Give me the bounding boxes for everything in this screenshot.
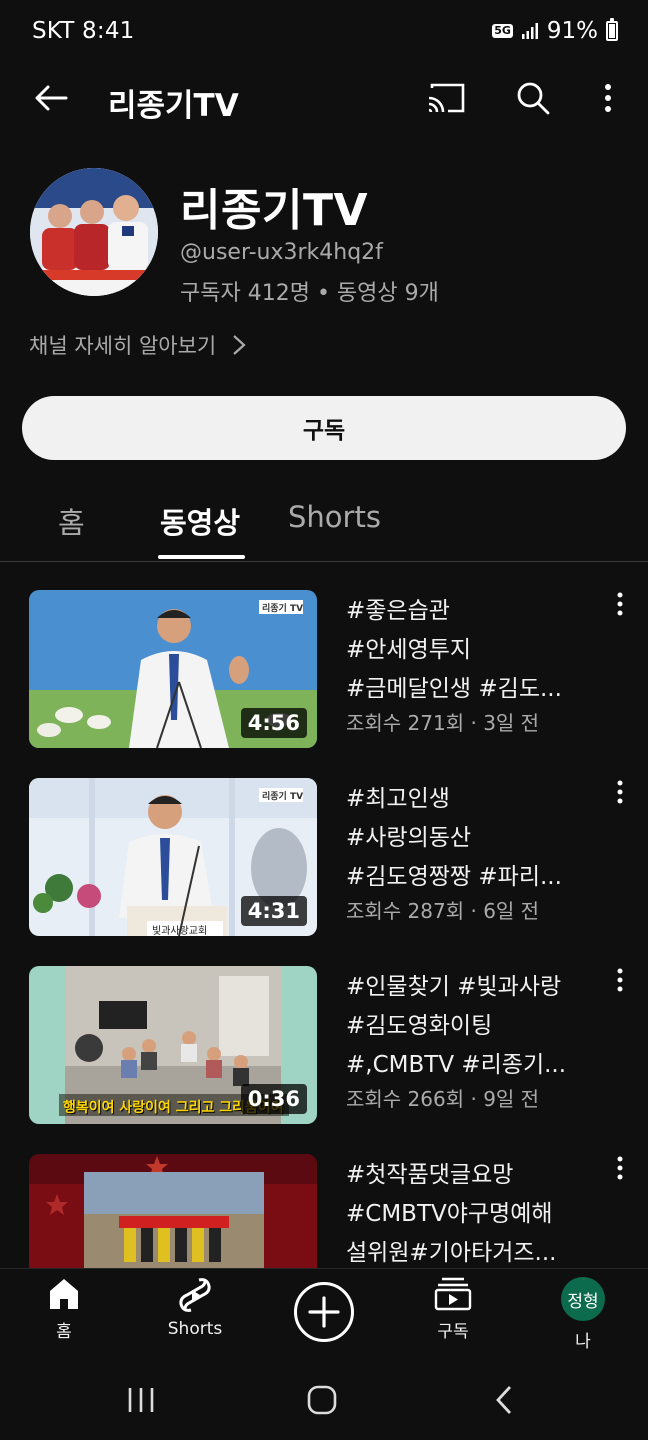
video-meta: 조회수 271회 · 3일 전: [346, 711, 540, 735]
video-title-line: #김도영화이팅: [346, 1013, 493, 1039]
video-title-line: #안세영투지: [346, 637, 472, 663]
channel-handle: @user-ux3rk4hq2f: [180, 240, 383, 265]
home-system-button[interactable]: [292, 1380, 352, 1420]
battery-percent: 91%: [546, 18, 598, 44]
video-title-line: #김도영짱짱 #파리...: [346, 864, 562, 890]
user-avatar: 정형: [561, 1277, 605, 1321]
video-thumbnail[interactable]: 리종기 TV 4:56: [29, 590, 317, 748]
video-title-line: #최고인생: [346, 786, 450, 812]
plus-icon: [308, 1296, 340, 1328]
shorts-icon: [179, 1278, 211, 1312]
recent-apps-button[interactable]: [111, 1380, 171, 1420]
video-more-button[interactable]: [606, 1156, 634, 1190]
video-duration: 4:31: [240, 896, 307, 926]
channel-name: 리종기TV: [180, 185, 369, 236]
battery-icon: [606, 18, 618, 41]
video-title[interactable]: #좋은습관 #안세영투지 #금메달인생 #김도...: [346, 592, 596, 709]
more-vert-icon: [605, 84, 611, 112]
search-icon: [517, 82, 550, 115]
nav-shorts-label: Shorts: [167, 1319, 223, 1339]
tab-shorts[interactable]: Shorts: [288, 500, 381, 534]
more-options-button[interactable]: [590, 76, 626, 120]
recent-apps-icon: [128, 1388, 154, 1412]
home-icon: [50, 1279, 78, 1309]
more-vert-icon: [617, 1156, 623, 1180]
status-carrier-time: SKT 8:41: [32, 18, 135, 44]
chevron-right-icon: [233, 335, 246, 355]
page-title: 리종기TV: [108, 88, 239, 124]
cast-icon: [428, 83, 465, 113]
video-thumbnail[interactable]: 리종기 TV 빛과사랑교회 4:31: [29, 778, 317, 936]
nav-shorts[interactable]: Shorts: [145, 1277, 245, 1355]
tab-home[interactable]: 홈: [58, 500, 85, 542]
nav-you-label: 나: [575, 1332, 591, 1352]
channel-tabs: 홈 동영상 Shorts: [0, 490, 648, 562]
channel-about-label: 채널 자세히 알아보기: [29, 334, 217, 358]
back-arrow-icon: [35, 85, 68, 111]
back-system-button[interactable]: [474, 1380, 534, 1420]
signal-icon: [521, 23, 538, 39]
thumbnail-watermark: 리종기 TV: [262, 604, 304, 614]
more-vert-icon: [617, 592, 623, 616]
bottom-navigation: 홈 Shorts 구독 정형 나: [0, 1268, 648, 1358]
create-button[interactable]: [294, 1282, 354, 1342]
video-title[interactable]: #인물찾기 #빛과사랑 #김도영화이팅 #,CMBTV #리종기...: [346, 968, 596, 1085]
channel-about-link[interactable]: 채널 자세히 알아보기: [29, 330, 246, 360]
podium-sign: 빛과사랑교회: [152, 926, 208, 936]
video-item[interactable]: 행복이여 사랑이여 그리고 그리움이여 0:36 #인물찾기 #빛과사랑 #김도…: [0, 966, 648, 1126]
video-more-button[interactable]: [606, 780, 634, 814]
nav-you[interactable]: 정형 나: [533, 1277, 633, 1355]
system-navigation-bar: [0, 1358, 648, 1440]
video-duration: 4:56: [240, 708, 307, 738]
cast-button[interactable]: [420, 76, 472, 120]
video-more-button[interactable]: [606, 592, 634, 626]
search-button[interactable]: [508, 76, 558, 120]
channel-avatar-image: [30, 168, 158, 296]
nav-home-label: 홈: [56, 1322, 72, 1342]
thumbnail-watermark: 리종기 TV: [262, 792, 304, 802]
video-meta: 조회수 287회 · 6일 전: [346, 899, 540, 923]
subscribe-button[interactable]: 구독: [22, 396, 626, 460]
channel-avatar[interactable]: [30, 168, 158, 296]
video-title[interactable]: #첫작품댓글요망 #CMBTV야구명예해 설위원#기아타거즈...: [346, 1156, 596, 1273]
nav-subscriptions-label: 구독: [437, 1322, 469, 1342]
more-vert-icon: [617, 780, 623, 804]
video-title-line: #좋은습관: [346, 598, 450, 624]
top-app-bar: 리종기TV: [0, 66, 648, 132]
active-tab-indicator: [158, 555, 245, 559]
video-title-line: #첫작품댓글요망: [346, 1162, 514, 1188]
home-circle-icon: [307, 1385, 337, 1415]
subscriptions-icon: [434, 1277, 472, 1311]
nav-subscriptions[interactable]: 구독: [403, 1277, 503, 1355]
video-item[interactable]: 리종기 TV 4:56 #좋은습관 #안세영투지 #금메달인생 #김도... 조…: [0, 590, 648, 750]
video-title-line: #,CMBTV #리종기...: [346, 1052, 567, 1078]
video-more-button[interactable]: [606, 968, 634, 1002]
video-title-line: #CMBTV야구명예해: [346, 1201, 553, 1227]
back-button[interactable]: [26, 76, 76, 120]
chevron-left-icon: [496, 1386, 512, 1414]
video-title-line: #금메달인생 #김도...: [346, 676, 562, 702]
video-duration: 0:36: [240, 1084, 307, 1114]
video-thumbnail[interactable]: 행복이여 사랑이여 그리고 그리움이여 0:36: [29, 966, 317, 1124]
video-item[interactable]: 리종기 TV 빛과사랑교회 4:31 #최고인생 #사랑의동산 #김도영짱짱 #…: [0, 778, 648, 938]
video-meta: 조회수 266회 · 9일 전: [346, 1087, 540, 1111]
status-indicators: 5G 91%: [492, 18, 618, 44]
nav-home[interactable]: 홈: [14, 1277, 114, 1355]
video-title[interactable]: #최고인생 #사랑의동산 #김도영짱짱 #파리...: [346, 780, 596, 897]
network-badge: 5G: [492, 24, 513, 38]
video-title-line: #사랑의동산: [346, 825, 472, 851]
video-title-line: #인물찾기 #빛과사랑: [346, 974, 562, 1000]
tab-videos[interactable]: 동영상: [160, 500, 240, 542]
more-vert-icon: [617, 968, 623, 992]
status-bar: SKT 8:41 5G 91%: [0, 0, 648, 66]
channel-stats: 구독자 412명 • 동영상 9개: [180, 281, 439, 306]
